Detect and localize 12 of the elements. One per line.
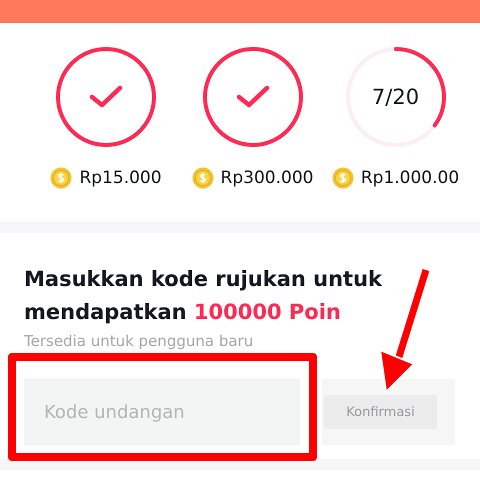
reward-amount: Rp300.000 <box>220 168 314 188</box>
invite-code-field[interactable]: Kode undangan <box>24 379 300 445</box>
referral-subtitle: Tersedia untuk pengguna baru <box>24 332 254 352</box>
reward-amount: Rp1.000.00 <box>360 168 460 188</box>
reward-amount: Rp15.000 <box>79 168 162 188</box>
coin-icon <box>50 167 72 189</box>
completed-check-icon <box>200 45 304 149</box>
coin-icon <box>192 167 214 189</box>
referral-title: Masukkan kode rujukan untuk mendapatkan 100000 Poin <box>24 266 384 326</box>
coin-icon <box>332 167 354 189</box>
progress-count: 7/20 <box>372 85 420 109</box>
completed-check-icon <box>54 45 158 149</box>
